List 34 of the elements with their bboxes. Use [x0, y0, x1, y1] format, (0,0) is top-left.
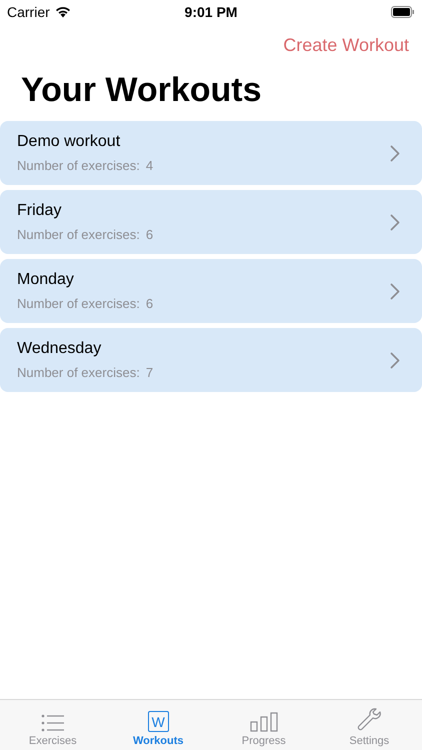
letter-icon: W	[148, 711, 169, 732]
exercise-count-label: Number of exercises:	[17, 227, 140, 243]
workout-row[interactable]: Monday Number of exercises: 6	[0, 259, 422, 323]
exercise-count: 6	[146, 227, 154, 243]
chevron-right-icon	[390, 144, 400, 162]
bar-chart-icon	[250, 712, 278, 732]
wifi-icon	[54, 6, 71, 18]
page-title: Your Workouts	[20, 70, 263, 110]
workout-row[interactable]: Wednesday Number of exercises: 7	[0, 328, 422, 392]
carrier-label: Carrier	[7, 2, 50, 22]
exercise-count: 7	[146, 365, 154, 381]
chevron-right-icon	[390, 282, 400, 300]
tab-item[interactable]: Settings	[316, 700, 422, 750]
workout-name: Demo workout	[17, 132, 122, 152]
workout-row[interactable]: Demo workout Number of exercises: 4	[0, 121, 422, 185]
exercise-count-label: Number of exercises:	[17, 158, 140, 174]
chevron-right-icon	[390, 352, 400, 368]
wrench-icon	[356, 708, 382, 732]
tab-item[interactable]: Exercises	[0, 700, 106, 750]
workout-name: Wednesday	[17, 339, 102, 359]
exercise-count-label: Number of exercises:	[17, 296, 140, 312]
clock-time: 9:01 PM	[184, 2, 238, 22]
create-workout-button[interactable]: Create Workout	[283, 32, 409, 56]
exercise-count: 6	[146, 296, 154, 312]
workout-row[interactable]: Friday Number of exercises: 6	[0, 190, 422, 254]
battery-icon	[390, 6, 415, 18]
tab-item[interactable]: Progress	[211, 700, 316, 750]
workout-name: Monday	[17, 270, 75, 290]
tab-item[interactable]: W Workouts	[106, 700, 211, 750]
workout-name: Friday	[17, 201, 62, 221]
exercise-count-label: Number of exercises:	[17, 365, 140, 381]
list-icon	[40, 714, 65, 732]
exercise-count: 4	[146, 158, 154, 174]
chevron-right-icon	[390, 214, 400, 230]
